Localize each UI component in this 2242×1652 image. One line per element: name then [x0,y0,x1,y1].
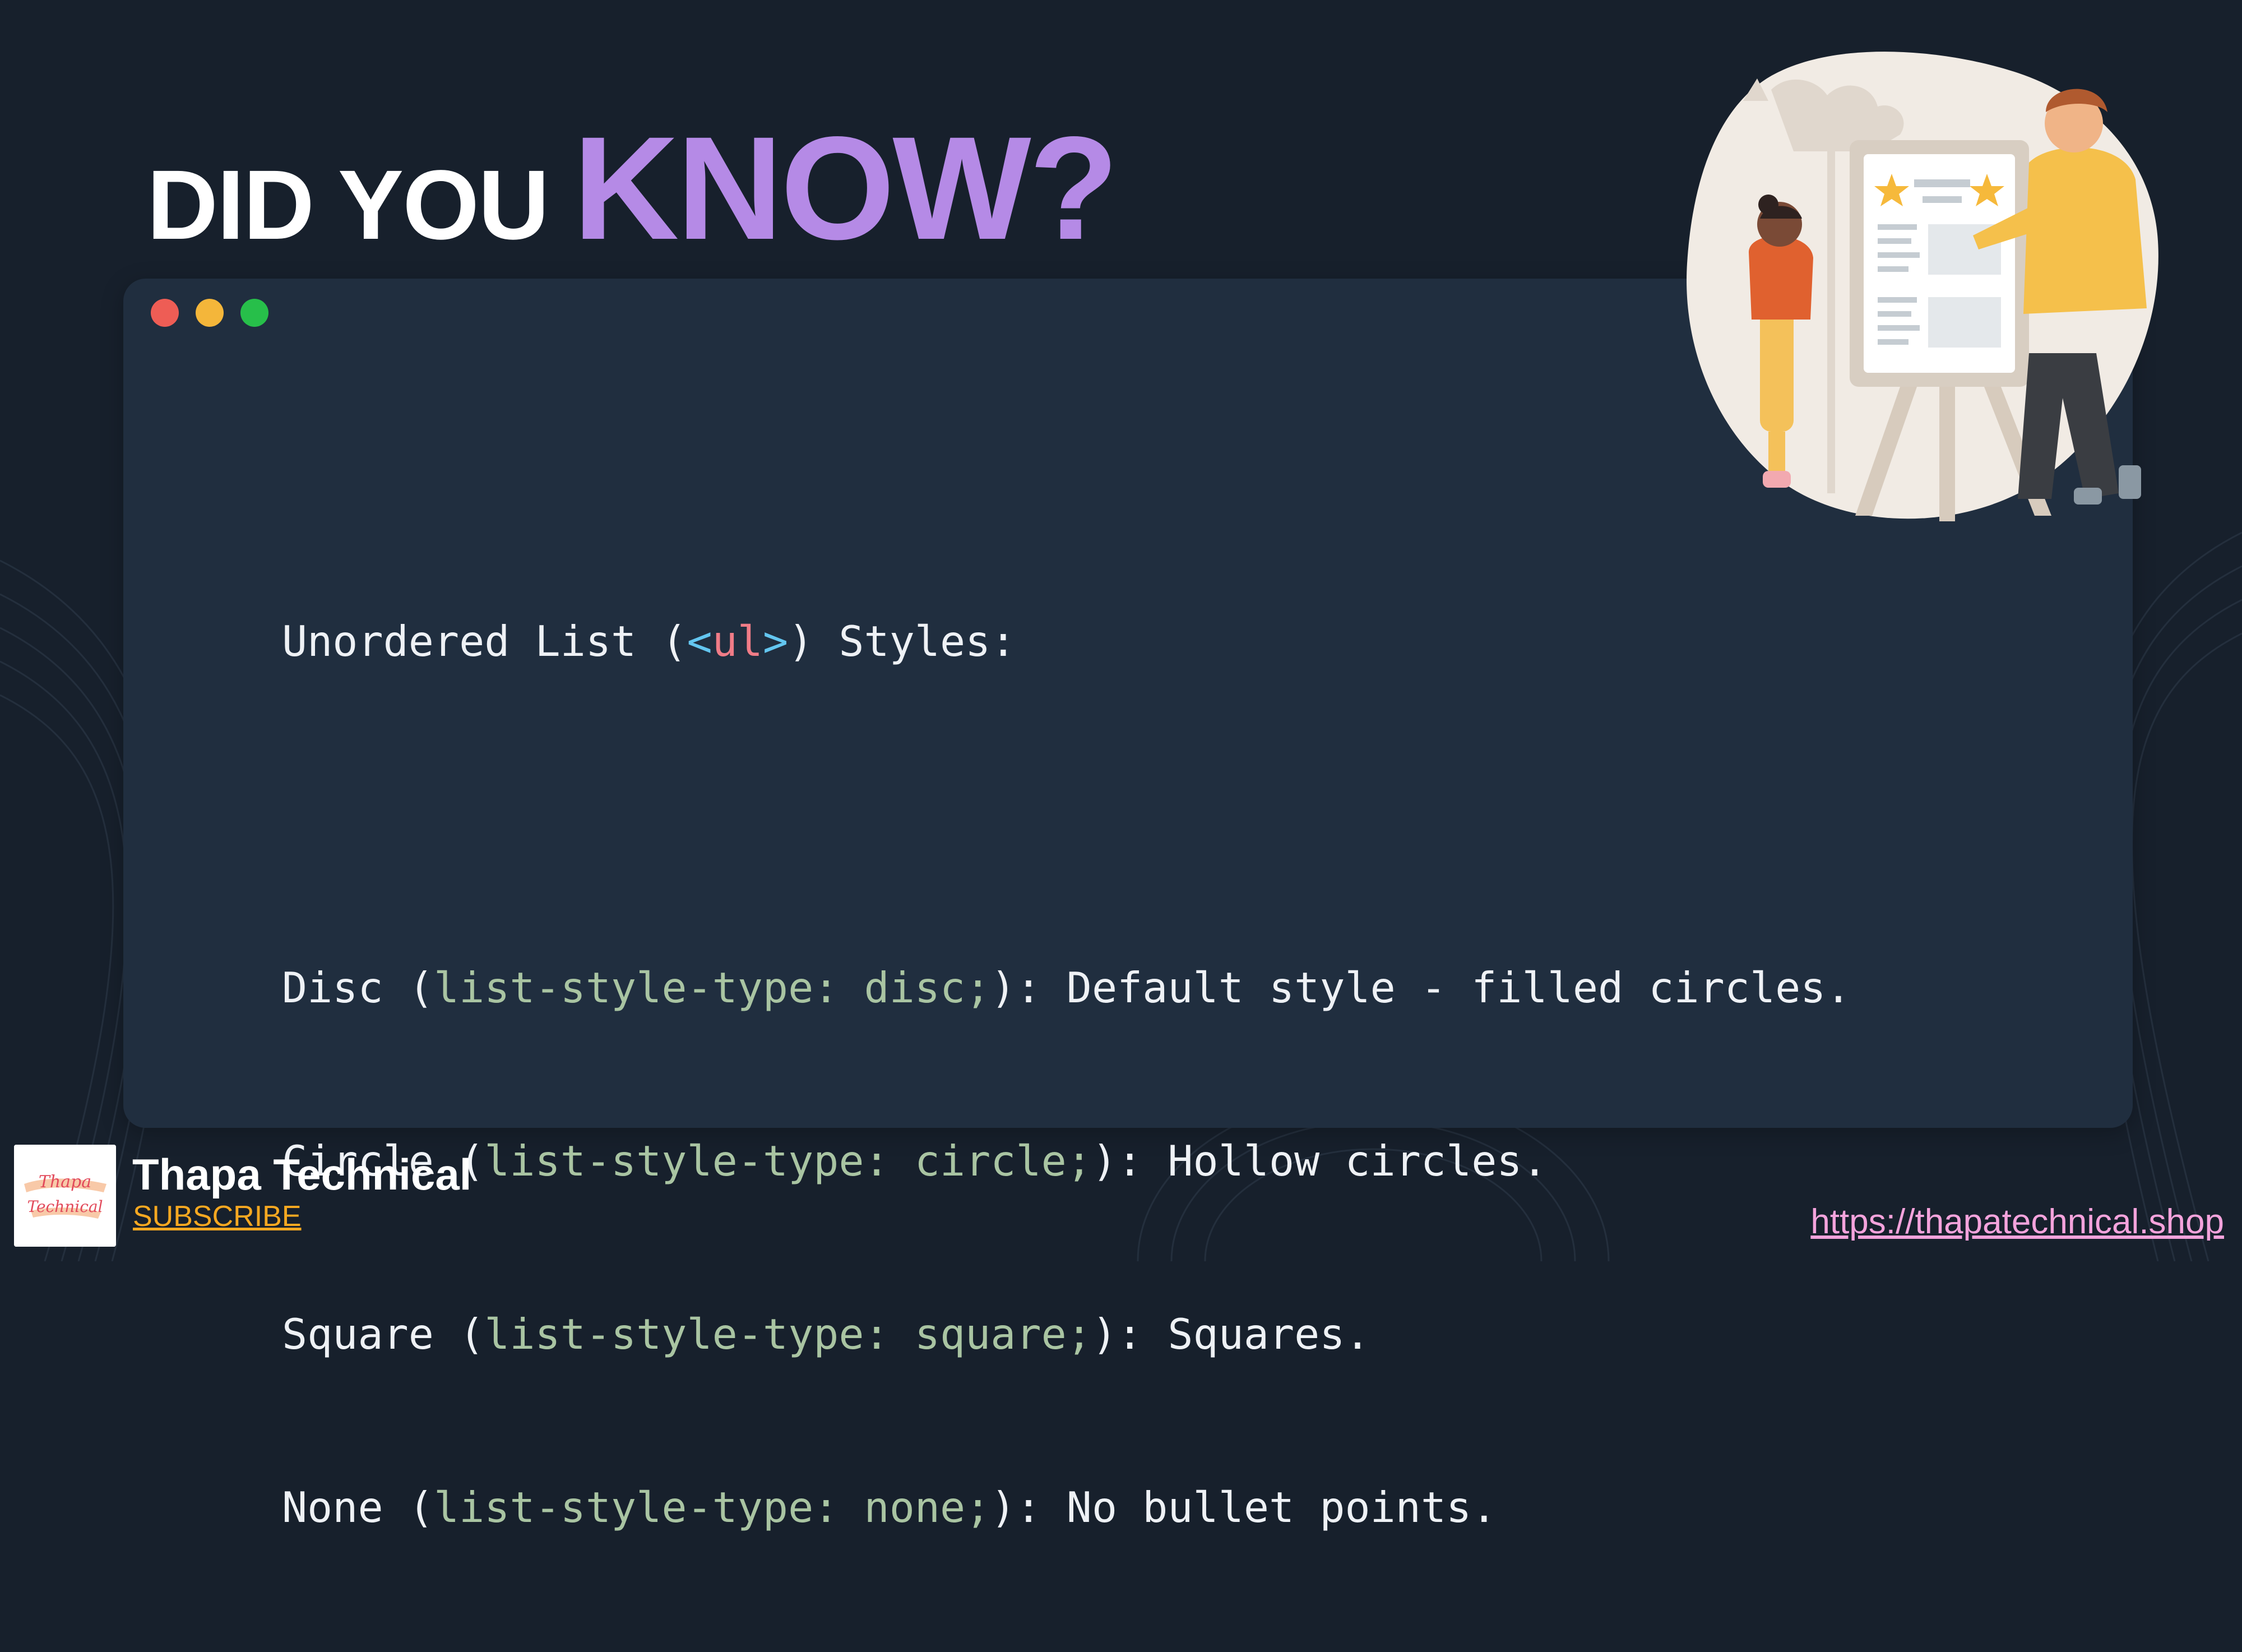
style-name: None ( [282,1483,434,1532]
style-name: Square ( [282,1309,485,1359]
tag-open-bracket: < [687,617,712,666]
css-property: list-style-type: circle; [484,1136,1092,1186]
tag-close-bracket: > [762,617,789,666]
title-part-did-you: DID YOU [147,150,549,260]
teacher-and-student-illustration [1687,52,2158,521]
window-controls [151,299,268,327]
close-dot-icon [151,299,179,327]
code-line-none: None (list-style-type: none;): No bullet… [282,1479,1851,1537]
page-title: DID YOU KNOW? [147,104,1119,270]
style-description: ): Hollow circles. [1091,1136,1548,1186]
code-title-suffix: ) Styles: [788,617,1016,666]
style-description: ): Squares. [1091,1309,1370,1359]
css-property: list-style-type: disc; [433,963,991,1012]
code-snippet: Unordered List (<ul>) Styles: Disc (list… [282,497,1851,1652]
code-title-line: Unordered List (<ul>) Styles: [282,613,1851,670]
style-name: Disc ( [282,963,434,1012]
style-description: ): No bullet points. [990,1483,1497,1532]
css-property: list-style-type: square; [484,1309,1092,1359]
channel-name: Thapa Technical [132,1150,472,1199]
maximize-dot-icon [240,299,268,327]
code-title-prefix: Unordered List ( [282,617,687,666]
code-line-disc: Disc (list-style-type: disc;): Default s… [282,959,1851,1017]
logo-text-line1: Thapa [39,1172,91,1192]
style-description: ): Default style - filled circles. [990,963,1851,1012]
minimize-dot-icon [196,299,224,327]
code-line-circle: Circle (list-style-type: circle;): Hollo… [282,1132,1851,1190]
tag-name: ul [712,617,763,666]
css-property: list-style-type: none; [433,1483,991,1532]
logo-text-line2: Technical [27,1197,103,1216]
title-part-know: KNOW? [573,106,1119,270]
website-link[interactable]: https://thapatechnical.shop [1810,1202,2224,1242]
code-line-square: Square (list-style-type: square;): Squar… [282,1306,1851,1363]
channel-logo[interactable]: Thapa Technical [14,1145,116,1247]
subscribe-link[interactable]: SUBSCRIBE [133,1200,302,1233]
